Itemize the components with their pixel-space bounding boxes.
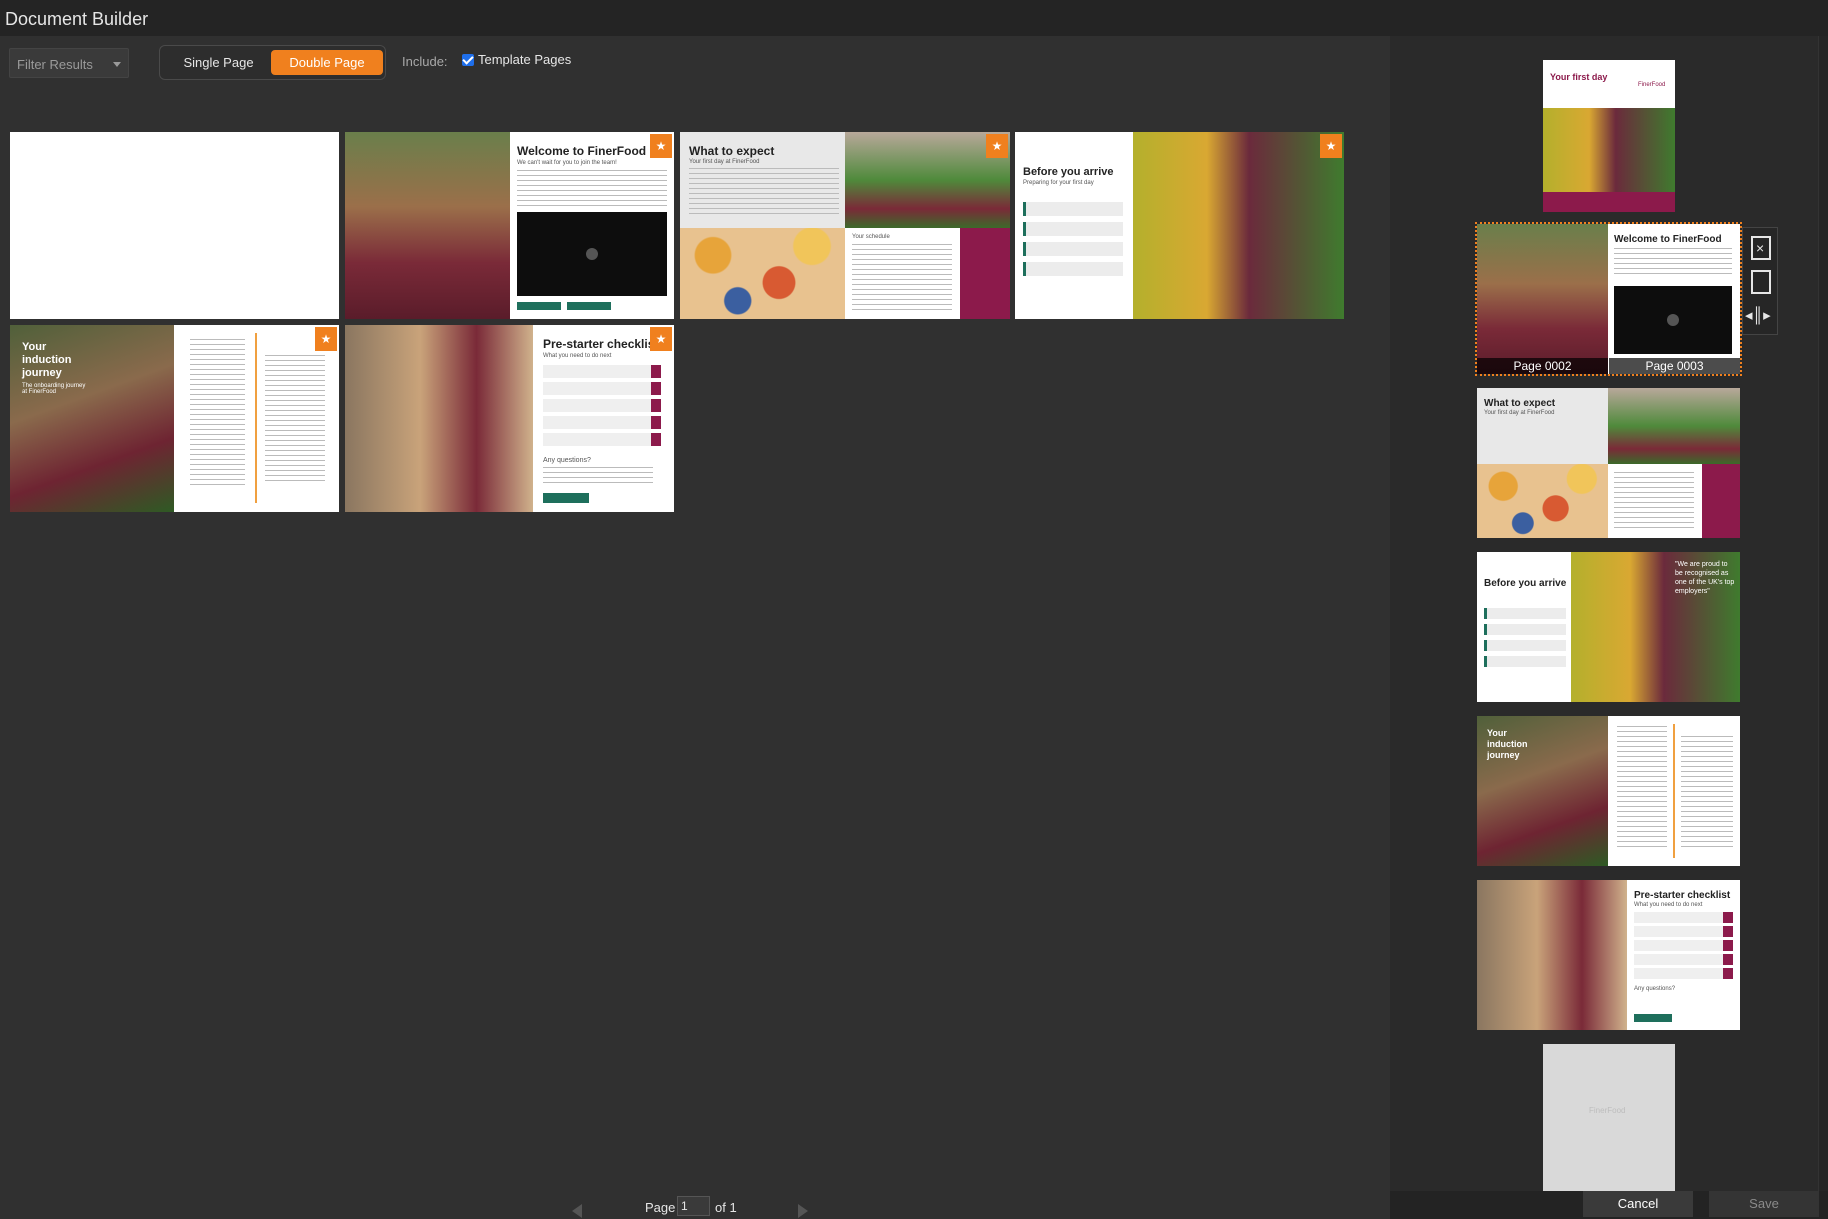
- schedule-heading: Your schedule: [852, 234, 890, 240]
- template-star-icon: ★: [1320, 134, 1342, 158]
- checklist-title: Pre-starter checklis: [543, 337, 655, 351]
- page-icon[interactable]: [1751, 270, 1771, 294]
- shop-assistant-photo: [1133, 132, 1344, 319]
- title-bar: Document Builder: [0, 0, 1828, 36]
- template-star-icon: ★: [650, 134, 672, 158]
- prev-page-icon[interactable]: [572, 1204, 582, 1218]
- remove-page-icon[interactable]: [1751, 236, 1771, 260]
- thumb-checklist-subtitle: What you need to do next: [1634, 902, 1703, 908]
- template-pages-label[interactable]: Template Pages: [478, 52, 571, 67]
- main-panel: Filter Results Single Page Double Page I…: [0, 36, 1390, 1219]
- grocer-photo: [345, 132, 510, 319]
- staff-photo: [345, 325, 533, 512]
- thumb-spread-induction[interactable]: Your induction journey: [1477, 716, 1740, 866]
- checklist-subtitle: What you need to do next: [543, 353, 612, 359]
- thumb-quote: "We are proud to be recognised as one of…: [1675, 561, 1735, 595]
- expect-subtitle: Your first day at FinerFood: [689, 159, 760, 165]
- thumb-expect-title: What to expect: [1484, 398, 1556, 409]
- page-spread-what-to-expect[interactable]: What to expect Your first day at FinerFo…: [680, 132, 1010, 319]
- pastries-photo: [680, 228, 845, 319]
- thumb-before-title: Before you arrive: [1484, 578, 1567, 589]
- selection-frame: [1475, 222, 1742, 376]
- single-page-button[interactable]: Single Page: [165, 50, 272, 75]
- template-pages-checkbox[interactable]: [462, 54, 474, 66]
- induction-subtitle: The onboarding journey at FinerFood: [22, 383, 86, 395]
- cover-title: Your first day: [1550, 72, 1608, 82]
- double-page-button[interactable]: Double Page: [271, 50, 383, 75]
- app-title: Document Builder: [5, 9, 149, 29]
- questions-heading: Any questions?: [543, 457, 591, 464]
- page-spread-pre-starter[interactable]: Pre-starter checklis What you need to do…: [345, 325, 674, 512]
- page-suffix: of 1: [715, 1200, 737, 1215]
- document-pages-panel: Your first day FinerFood Welcome to Fine…: [1390, 36, 1828, 1191]
- include-label: Include:: [402, 54, 448, 69]
- move-page-icon[interactable]: [1745, 304, 1771, 328]
- page-tools: [1742, 227, 1778, 335]
- cover-brand: FinerFood: [1638, 82, 1666, 88]
- template-star-icon: ★: [650, 327, 672, 351]
- template-star-icon: ★: [315, 327, 337, 351]
- filter-results-dropdown[interactable]: Filter Results: [9, 48, 129, 78]
- thumb-expect-subtitle: Your first day at FinerFood: [1484, 410, 1555, 416]
- expect-title: What to expect: [689, 144, 775, 158]
- template-star-icon: ★: [986, 134, 1008, 158]
- save-button[interactable]: Save: [1709, 1191, 1819, 1217]
- page-prefix: Page: [645, 1200, 676, 1215]
- before-title: Before you arrive: [1023, 166, 1114, 178]
- page-spread-induction[interactable]: Your induction journey The onboarding jo…: [10, 325, 339, 512]
- play-icon: [586, 248, 598, 260]
- induction-title: Your induction journey: [22, 341, 72, 379]
- page-spread-before-you-arrive[interactable]: Before you arrive Preparing for your fir…: [1015, 132, 1344, 319]
- thumb-checklist-title: Pre-starter checklist: [1634, 890, 1731, 901]
- filter-placeholder: Filter Results: [17, 57, 93, 72]
- thumb-back-cover[interactable]: FinerFood: [1543, 1044, 1675, 1191]
- back-cover-brand: FinerFood: [1589, 1106, 1626, 1115]
- welcome-subtitle: We can't wait for you to join the team!: [517, 160, 617, 166]
- page-spread-welcome[interactable]: Welcome to FinerFood We can't wait for y…: [345, 132, 674, 319]
- thumb-spread-before-you-arrive[interactable]: Before you arrive "We are proud to be re…: [1477, 552, 1740, 702]
- footer: Cancel Save: [1390, 1191, 1828, 1219]
- thumb-spread-pre-starter[interactable]: Pre-starter checklist What you need to d…: [1477, 880, 1740, 1030]
- welcome-title: Welcome to FinerFood: [517, 144, 647, 158]
- page-spread-blank[interactable]: [10, 132, 339, 319]
- video-player: [517, 212, 667, 296]
- page-number-input[interactable]: [677, 1196, 710, 1216]
- panel-scrollbar[interactable]: [1818, 36, 1828, 1191]
- chevron-down-icon: [113, 62, 121, 67]
- thumb-questions: Any questions?: [1634, 986, 1676, 992]
- cancel-button[interactable]: Cancel: [1583, 1191, 1693, 1217]
- view-toggle: Single Page Double Page: [159, 45, 386, 80]
- before-subtitle: Preparing for your first day: [1023, 180, 1094, 186]
- thumb-cover[interactable]: Your first day FinerFood: [1543, 60, 1675, 212]
- next-page-icon[interactable]: [798, 1204, 808, 1218]
- thumb-spread-what-to-expect[interactable]: What to expect Your first day at FinerFo…: [1477, 388, 1740, 538]
- thumb-induction-title: Your induction journey: [1487, 728, 1528, 760]
